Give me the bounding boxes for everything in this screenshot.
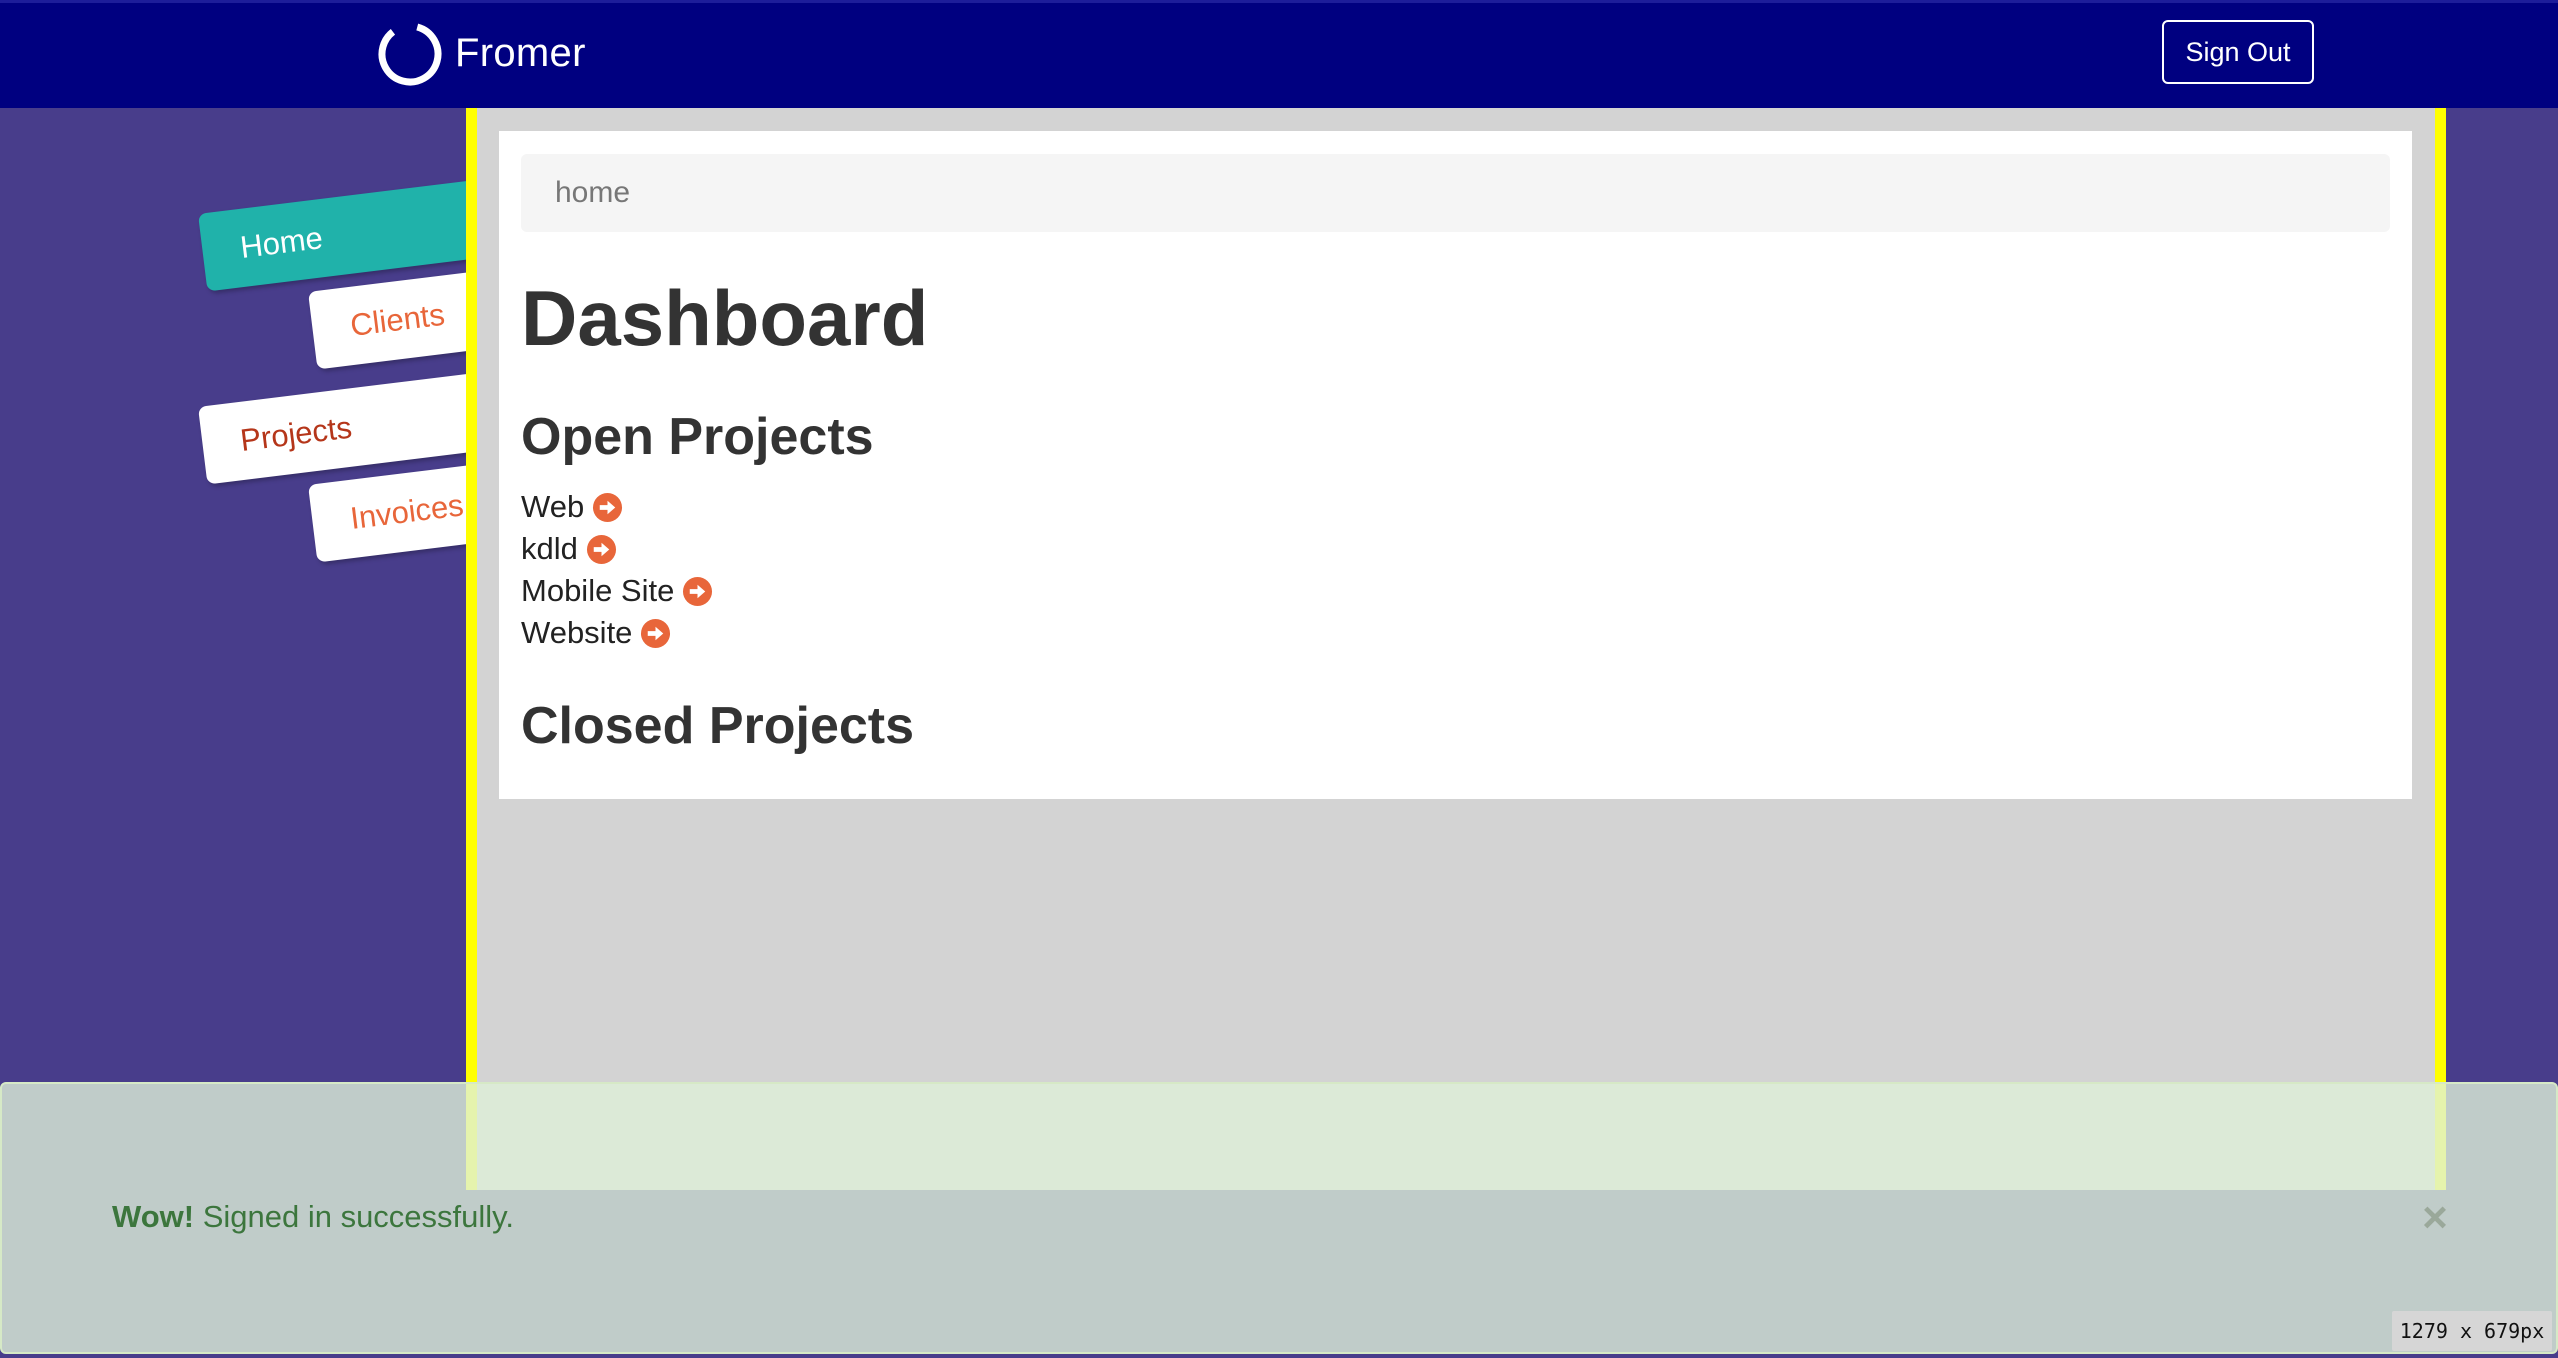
alert-strong-text: Wow!: [112, 1199, 195, 1234]
sidebar-item-label: Invoices: [348, 487, 466, 536]
breadcrumb-item-home[interactable]: home: [555, 176, 630, 210]
arrow-right-circle-icon[interactable]: [640, 618, 671, 649]
sidebar-item-label: Projects: [238, 409, 354, 458]
project-link-kdld[interactable]: kdld: [521, 528, 713, 570]
sidebar-item-label: Clients: [348, 296, 447, 343]
sign-out-button[interactable]: Sign Out: [2162, 20, 2314, 84]
closed-projects-heading: Closed Projects: [521, 697, 915, 755]
ring-logo-icon: [378, 22, 442, 86]
success-alert: Wow! Signed in successfully.: [0, 1082, 2558, 1354]
close-icon[interactable]: ×: [2413, 1196, 2457, 1240]
alert-message: Wow! Signed in successfully.: [112, 1199, 514, 1235]
sidebar-item-label: Home: [238, 220, 325, 265]
page-title: Dashboard: [521, 274, 929, 362]
brand-link[interactable]: Fromer: [373, 15, 586, 91]
project-link-mobile-site[interactable]: Mobile Site: [521, 570, 713, 612]
open-projects-list: Web kdld Mobile Site Website: [521, 486, 713, 654]
project-name: Web: [521, 489, 585, 524]
arrow-right-circle-icon[interactable]: [592, 492, 623, 523]
project-name: Website: [521, 615, 633, 650]
brand-name: Fromer: [455, 30, 586, 75]
alert-body-text: Signed in successfully.: [194, 1199, 514, 1234]
project-name: Mobile Site: [521, 573, 675, 608]
top-navbar: Fromer Sign Out: [0, 0, 2558, 108]
project-link-website[interactable]: Website: [521, 612, 713, 654]
open-projects-heading: Open Projects: [521, 408, 874, 466]
project-link-web[interactable]: Web: [521, 486, 713, 528]
breadcrumb: home: [521, 154, 2390, 232]
arrow-right-circle-icon[interactable]: [682, 576, 713, 607]
project-name: kdld: [521, 531, 578, 566]
dashboard-panel: home Dashboard Open Projects Web kdld Mo…: [499, 131, 2412, 799]
viewport-size-readout: 1279 x 679px: [2392, 1311, 2552, 1351]
arrow-right-circle-icon[interactable]: [586, 534, 617, 565]
